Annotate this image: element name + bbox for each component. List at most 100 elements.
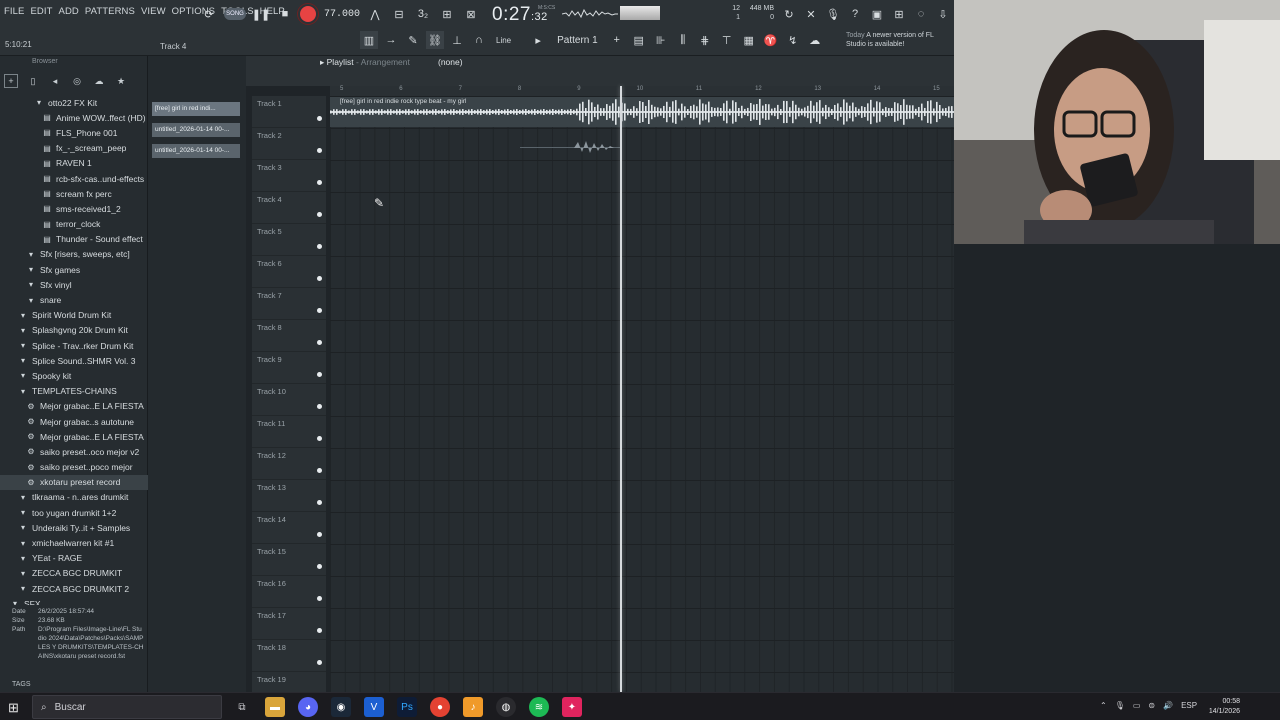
- browser-item[interactable]: ▤ sms-received1_2: [0, 201, 148, 216]
- help-icon[interactable]: ?: [846, 5, 864, 23]
- clip-source-item[interactable]: [free] girl in red indi...: [152, 102, 240, 116]
- track-header[interactable]: Track 12: [252, 448, 326, 480]
- browser-item[interactable]: ▾ Sfx games: [0, 262, 148, 277]
- track-mute-dot[interactable]: [317, 180, 322, 185]
- track-mute-dot[interactable]: [317, 244, 322, 249]
- track-mute-dot[interactable]: [317, 468, 322, 473]
- playlist-icon[interactable]: ▤: [630, 31, 648, 49]
- browser-window-icon[interactable]: ⊤: [718, 31, 736, 49]
- display-icon[interactable]: ▭: [1133, 701, 1141, 710]
- steam-icon[interactable]: ◉: [331, 697, 351, 717]
- obs-icon[interactable]: ◍: [496, 697, 516, 717]
- volume-icon[interactable]: 🔊: [1163, 701, 1173, 710]
- taskbar-clock[interactable]: 00:58 14/1/2026: [1198, 697, 1240, 717]
- piano-icon[interactable]: ▥: [360, 31, 378, 49]
- browser-item[interactable]: ⚙ saiko preset..poco mejor: [0, 460, 148, 475]
- browser-item[interactable]: ▾ Spooky kit: [0, 368, 148, 383]
- network-icon[interactable]: ⊜: [1148, 701, 1155, 710]
- browser-item[interactable]: ▤ Anime WOW..ffect (HD): [0, 110, 148, 125]
- track-mute-dot[interactable]: [317, 628, 322, 633]
- track-header[interactable]: Track 13: [252, 480, 326, 512]
- browser-item[interactable]: ▾ Splice Sound..SHMR Vol. 3: [0, 353, 148, 368]
- cloud-icon[interactable]: ☁: [806, 31, 824, 49]
- track-header[interactable]: Track 10: [252, 384, 326, 416]
- browser-add-icon[interactable]: +: [4, 74, 18, 88]
- track-mute-dot[interactable]: [317, 436, 322, 441]
- menu-item[interactable]: FILE: [4, 6, 24, 17]
- browser-item[interactable]: ▾ TEMPLATES-CHAINS: [0, 384, 148, 399]
- project-icon[interactable]: ▦: [740, 31, 758, 49]
- browser-item[interactable]: ▾ ZECCA BGC DRUMKIT 2: [0, 581, 148, 596]
- arrow-right-icon[interactable]: →: [382, 31, 400, 49]
- snap-select[interactable]: Line: [496, 36, 511, 45]
- chrome-icon[interactable]: ●: [430, 697, 450, 717]
- browser-item[interactable]: ▾ YEat - RAGE: [0, 551, 148, 566]
- track-mute-dot[interactable]: [317, 212, 322, 217]
- track-mute-dot[interactable]: [317, 500, 322, 505]
- browser-item[interactable]: ⚙ Mejor grabac..E LA FIESTA: [0, 399, 148, 414]
- browser-plugin-icon[interactable]: ◎: [70, 74, 84, 88]
- chat-icon[interactable]: ◌: [912, 5, 930, 23]
- track-header[interactable]: Track 17: [252, 608, 326, 640]
- browser-file-icon[interactable]: ▯: [26, 74, 40, 88]
- stop-icon[interactable]: ■: [276, 5, 294, 23]
- track-header[interactable]: Track 2: [252, 128, 326, 160]
- browser-item[interactable]: ▾ snare: [0, 292, 148, 307]
- track-mute-dot[interactable]: [317, 564, 322, 569]
- mic-tray-icon[interactable]: 🎙: [1115, 701, 1125, 710]
- file-explorer-icon[interactable]: ▬: [265, 697, 285, 717]
- browser-item[interactable]: ⚙ Mejor grabac..s autotune: [0, 414, 148, 429]
- track-mute-dot[interactable]: [317, 116, 322, 121]
- browser-item[interactable]: ▾ Splashgvng 20k Drum Kit: [0, 323, 148, 338]
- clip-source-item[interactable]: untitled_2026-01-14 00-...: [152, 144, 240, 158]
- record-button[interactable]: [300, 6, 316, 22]
- track-header[interactable]: Track 1: [252, 96, 326, 128]
- browser-item[interactable]: ⚙ xkotaru preset record: [0, 474, 148, 490]
- step-edit-icon[interactable]: ⊞: [438, 5, 456, 23]
- track-header[interactable]: Track 7: [252, 288, 326, 320]
- track-header[interactable]: Track 15: [252, 544, 326, 576]
- wait-input-icon[interactable]: ⊟: [390, 5, 408, 23]
- browser-item[interactable]: ▾ SFX: [0, 596, 148, 605]
- playlist-grid[interactable]: [330, 96, 954, 692]
- track-header[interactable]: Track 8: [252, 320, 326, 352]
- capcut-icon[interactable]: ✦: [562, 697, 582, 717]
- browser-item[interactable]: ▾ ZECCA BGC DRUMKIT: [0, 566, 148, 581]
- timeline-ruler[interactable]: 5 6 7 8 9 10 11 12 13 14 15: [330, 86, 954, 96]
- browser-item[interactable]: ▾ Spirit World Drum Kit: [0, 308, 148, 323]
- browser-item[interactable]: ⚙ Mejor grabac..E LA FIESTA: [0, 429, 148, 444]
- playhead[interactable]: [620, 86, 622, 692]
- browser-item[interactable]: ▾ otto22 FX Kit: [0, 95, 148, 110]
- playlist-pattern-select[interactable]: (none): [438, 57, 463, 67]
- track-mute-dot[interactable]: [317, 660, 322, 665]
- song-mode-button[interactable]: SONG: [224, 8, 246, 20]
- plugin-icon[interactable]: ✕: [802, 5, 820, 23]
- browser-item[interactable]: ▤ RAVEN 1: [0, 156, 148, 171]
- magnet-icon[interactable]: ∩: [470, 31, 488, 49]
- browser-star-icon[interactable]: ★: [114, 74, 128, 88]
- refresh-icon[interactable]: ↻: [780, 5, 798, 23]
- track-header[interactable]: Track 6: [252, 256, 326, 288]
- track-header[interactable]: Track 11: [252, 416, 326, 448]
- spotify-icon[interactable]: ≋: [529, 697, 549, 717]
- track-mute-dot[interactable]: [317, 276, 322, 281]
- track-header[interactable]: Track 14: [252, 512, 326, 544]
- browser-item[interactable]: ▾ tlkraama - n..ares drumkit: [0, 490, 148, 505]
- mixer-icon[interactable]: ⊞: [890, 5, 908, 23]
- save-icon[interactable]: ▣: [868, 5, 886, 23]
- channel-rack-icon[interactable]: ⊪: [652, 31, 670, 49]
- track-header[interactable]: Track 16: [252, 576, 326, 608]
- photoshop-icon[interactable]: Ps: [397, 697, 417, 717]
- browser-item[interactable]: ▤ FLS_Phone 001: [0, 125, 148, 140]
- browser-item[interactable]: ▤ Thunder - Sound effect: [0, 232, 148, 247]
- browser-cloud-icon[interactable]: ☁: [92, 74, 106, 88]
- task-view-icon[interactable]: ⧉: [232, 697, 252, 717]
- track-header[interactable]: Track 18: [252, 640, 326, 672]
- pencil-icon[interactable]: ✎: [404, 31, 422, 49]
- track-header[interactable]: Track 4: [252, 192, 326, 224]
- track-header[interactable]: Track 3: [252, 160, 326, 192]
- stamp-icon[interactable]: ⊥: [448, 31, 466, 49]
- browser-back-icon[interactable]: ◂: [48, 74, 62, 88]
- track-mute-dot[interactable]: [317, 372, 322, 377]
- tempo-display[interactable]: 77.000: [324, 9, 360, 20]
